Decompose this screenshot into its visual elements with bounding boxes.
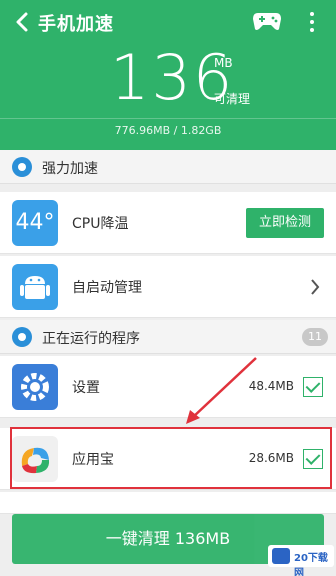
android-icon [12,264,58,310]
memory-usage: 776.96MB / 1.82GB [114,124,222,137]
back-arrow-icon[interactable] [12,10,34,34]
list-item-yingyongbao[interactable]: 应用宝 28.6MB [0,428,336,490]
cpu-temp-value: 44° [15,210,55,235]
section-boost: 强力加速 [0,150,336,184]
header-divider [0,118,336,119]
watermark-logo: 20下载网 [268,545,334,576]
section-running-label: 正在运行的程序 [42,331,140,347]
app-name-yingyongbao: 应用宝 [72,452,114,468]
yingyongbao-app-icon [12,436,58,482]
app-size-settings: 48.4MB [248,379,294,393]
list-item-settings[interactable]: 设置 48.4MB [0,356,336,418]
header: 手机加速 136 MB 可清理 776.96MB / 1.82GB [0,0,336,150]
check-now-button[interactable]: 立即检测 [246,208,324,238]
watermark-text: 20下载网 [294,553,328,576]
checkbox-settings[interactable] [303,377,323,397]
settings-gear-icon [12,364,58,410]
cpu-cooling-label: CPU降温 [72,216,129,232]
thermometer-icon: 44° [12,200,58,246]
cleanable-label: 可清理 [214,92,251,106]
boost-section-icon [12,157,32,177]
list-item-autostart[interactable]: 自启动管理 [0,256,336,318]
page-title: 手机加速 [38,14,114,35]
checkbox-yingyongbao[interactable] [303,449,323,469]
app-size-yingyongbao: 28.6MB [248,451,294,465]
cleanable-unit: MB [214,56,233,70]
autostart-label: 自启动管理 [72,280,142,296]
watermark-icon [272,548,290,564]
topbar: 手机加速 [0,0,336,44]
running-count-badge: 11 [302,328,328,346]
running-section-icon [12,327,32,347]
section-boost-label: 强力加速 [42,161,98,177]
section-running: 正在运行的程序 11 [0,320,336,354]
more-vertical-icon[interactable] [307,10,317,34]
list-item-cpu-cooling[interactable]: 44° CPU降温 立即检测 [0,192,336,254]
list-item-partial [0,492,336,514]
game-controller-icon[interactable] [252,10,282,32]
chevron-right-icon [311,279,320,295]
app-name-settings: 设置 [72,380,100,396]
